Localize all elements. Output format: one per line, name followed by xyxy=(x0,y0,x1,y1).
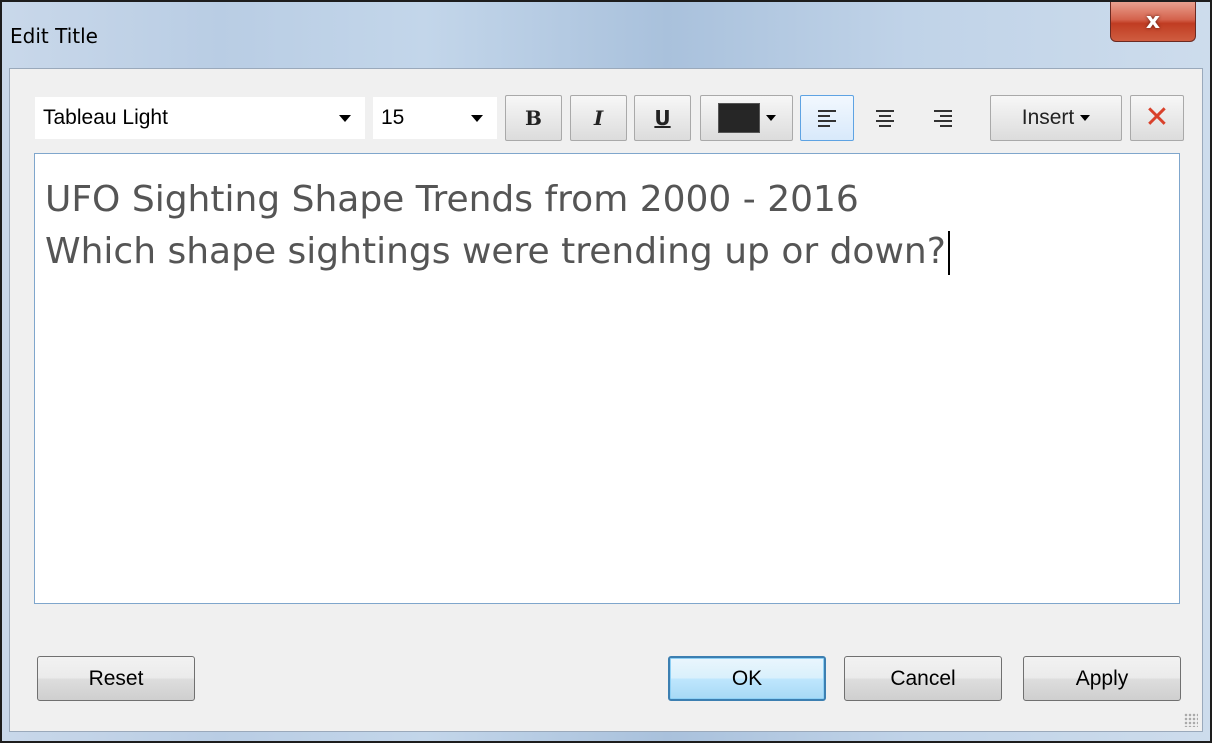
font-family-value: Tableau Light xyxy=(43,106,168,129)
font-size-value: 15 xyxy=(381,106,405,129)
text-color-button[interactable] xyxy=(700,95,793,141)
font-family-select[interactable]: Tableau Light xyxy=(34,96,366,140)
align-left-icon xyxy=(818,109,836,127)
italic-icon: I xyxy=(593,106,604,130)
apply-button[interactable]: Apply xyxy=(1023,656,1181,701)
text-caret xyxy=(947,231,950,275)
insert-menu-button[interactable]: Insert xyxy=(990,95,1122,141)
align-right-button[interactable] xyxy=(916,95,970,141)
title-bar[interactable]: Edit Title x xyxy=(2,2,1210,68)
reset-button[interactable]: Reset xyxy=(37,656,195,701)
bold-icon: B xyxy=(525,106,542,130)
insert-label: Insert xyxy=(1021,106,1075,129)
underline-icon: U xyxy=(654,106,671,130)
chevron-down-icon xyxy=(765,115,776,121)
align-left-button[interactable] xyxy=(800,95,854,141)
chevron-down-icon xyxy=(1080,115,1091,121)
underline-button[interactable]: U xyxy=(634,95,691,141)
resize-grip[interactable] xyxy=(1184,713,1198,727)
align-center-icon xyxy=(876,109,894,127)
align-right-icon xyxy=(934,109,952,127)
edit-title-dialog: Edit Title x Tableau Light 15 B I U Inse… xyxy=(0,0,1212,743)
title-line-1: UFO Sighting Shape Trends from 2000 - 20… xyxy=(45,179,859,220)
formatting-toolbar: Tableau Light 15 B I U Insert ✕ xyxy=(10,69,1202,153)
close-button[interactable]: x xyxy=(1110,2,1196,42)
ok-button[interactable]: OK xyxy=(668,656,826,701)
dialog-body: Tableau Light 15 B I U Insert ✕ UFO Sigh… xyxy=(9,68,1203,732)
clear-icon: ✕ xyxy=(1144,100,1170,135)
italic-button[interactable]: I xyxy=(570,95,627,141)
color-swatch xyxy=(717,103,760,133)
font-size-select[interactable]: 15 xyxy=(372,96,498,140)
title-text-editor[interactable]: UFO Sighting Shape Trends from 2000 - 20… xyxy=(34,153,1180,604)
clear-formatting-button[interactable]: ✕ xyxy=(1130,95,1184,141)
chevron-down-icon xyxy=(471,114,483,122)
bold-button[interactable]: B xyxy=(505,95,562,141)
dialog-title: Edit Title xyxy=(10,24,98,48)
title-line-2: Which shape sightings were trending up o… xyxy=(45,231,946,272)
close-icon: x xyxy=(1145,9,1161,34)
align-center-button[interactable] xyxy=(858,95,912,141)
chevron-down-icon xyxy=(339,114,351,122)
cancel-button[interactable]: Cancel xyxy=(844,656,1002,701)
